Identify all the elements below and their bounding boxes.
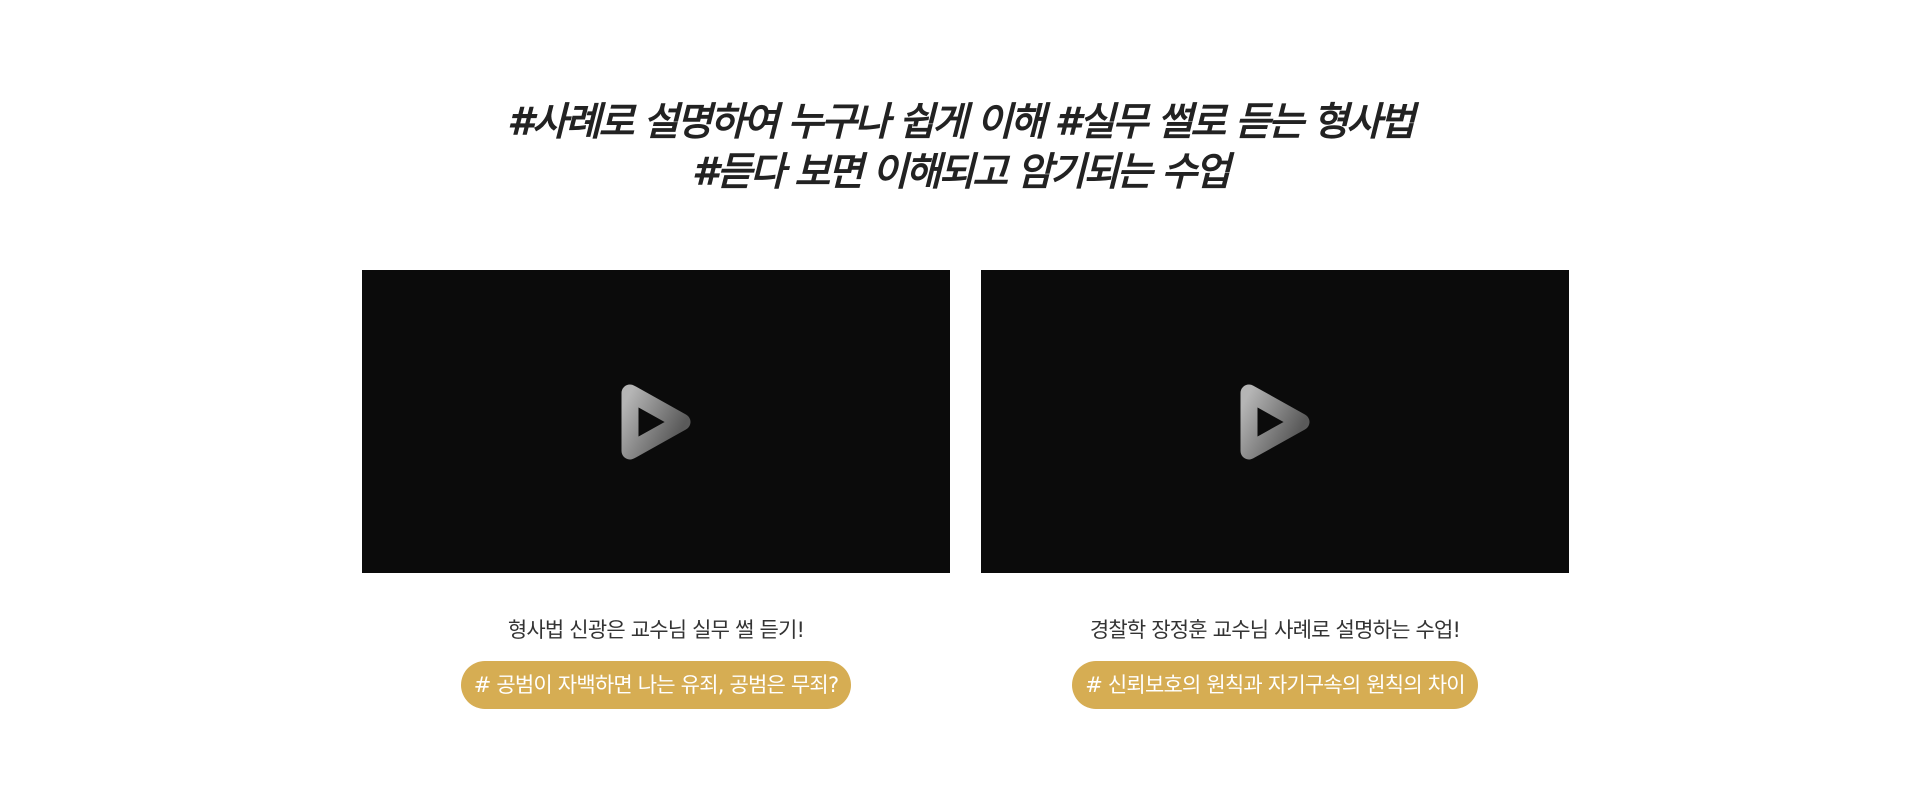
video-list: 형사법 신광은 교수님 실무 썰 듣기! # 공범이 자백하면 나는 유죄, 공… bbox=[362, 270, 1569, 710]
video-player[interactable] bbox=[981, 270, 1569, 573]
play-icon[interactable] bbox=[616, 379, 696, 465]
video-tag: # 신뢰보호의 원칙과 자기구속의 원칙의 차이 bbox=[1072, 661, 1478, 709]
video-tag: # 공범이 자백하면 나는 유죄, 공범은 무죄? bbox=[460, 661, 852, 709]
headline-line-2: #듣다 보면 이해되고 암기되는 수업 bbox=[691, 150, 1231, 195]
play-icon[interactable] bbox=[1235, 379, 1315, 465]
page: #사례로 설명하여 누구나 쉽게 이해 #실무 썰로 듣는 형사법 #듣다 보면… bbox=[0, 0, 1920, 785]
video-player[interactable] bbox=[362, 270, 950, 573]
headline: #사례로 설명하여 누구나 쉽게 이해 #실무 썰로 듣는 형사법 #듣다 보면… bbox=[0, 98, 1920, 198]
video-caption: 경찰학 장정훈 교수님 사례로 설명하는 수업! bbox=[1089, 618, 1461, 642]
video-card: 경찰학 장정훈 교수님 사례로 설명하는 수업! # 신뢰보호의 원칙과 자기구… bbox=[981, 270, 1569, 710]
video-card: 형사법 신광은 교수님 실무 썰 듣기! # 공범이 자백하면 나는 유죄, 공… bbox=[362, 270, 950, 710]
video-caption: 형사법 신광은 교수님 실무 썰 듣기! bbox=[507, 618, 805, 642]
headline-line-1: #사례로 설명하여 누구나 쉽게 이해 #실무 썰로 듣는 형사법 bbox=[507, 100, 1415, 145]
